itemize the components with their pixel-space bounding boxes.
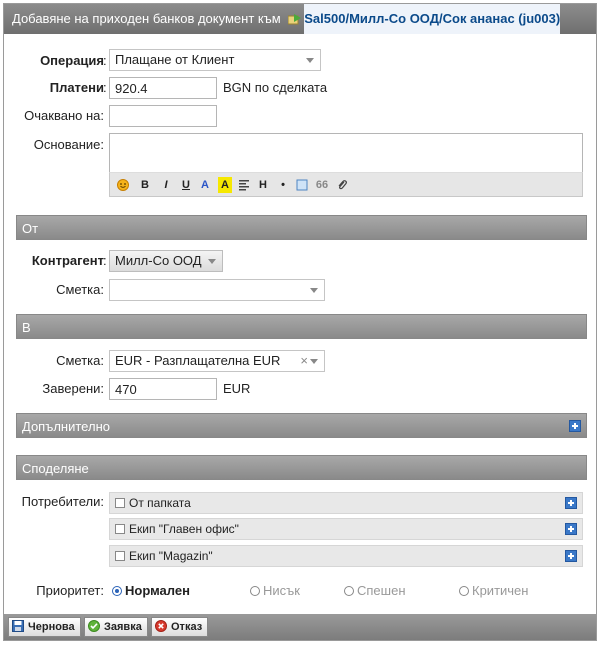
dialog-title: Добавяне на приходен банков документ към [12,11,281,26]
chevron-down-icon [306,58,314,63]
contragent-label: Контрагент [31,253,104,268]
share-group-row[interactable]: Екип "Главен офис" [109,518,583,540]
radio-icon [250,586,260,596]
to-account-select[interactable]: EUR - Разплащателна EUR × [109,350,325,372]
radio-icon [344,586,354,596]
paid-input[interactable] [109,77,217,99]
operation-label: Операция [40,53,104,68]
share-group-label: Екип "Magazin" [129,549,213,563]
dialog-title-link[interactable]: Sal500/Милл-Со ООД/Сок ананас (ju003) [304,11,560,26]
share-group-row[interactable]: Екип "Magazin" [109,545,583,567]
certified-currency-suffix: EUR [223,381,251,396]
contragent-value: Милл-Со ООД [115,253,202,268]
reason-label: Основание: [33,137,104,152]
contragent-select[interactable]: Милл-Со ООД [109,250,223,272]
certified-input[interactable] [109,378,217,400]
radio-selected-icon [112,586,122,596]
bullet-button[interactable]: • [276,177,290,193]
floppy-icon [12,620,24,632]
section-to: В [16,314,587,339]
priority-option-urgent[interactable]: Спешен [344,580,406,602]
dialog-footer: Чернова Заявка Отказ [4,614,596,640]
cancel-icon [155,620,167,632]
highlight-button[interactable]: A [218,177,232,193]
share-group-row[interactable]: От папката [109,492,583,514]
box-icon[interactable] [295,177,309,193]
share-group-checkbox[interactable] [115,498,125,508]
draft-button[interactable]: Чернова [8,617,81,637]
expand-plus-icon[interactable] [565,523,577,535]
text-color-button[interactable]: A [198,177,212,193]
underline-button[interactable]: U [179,177,193,193]
share-group-label: Екип "Главен офис" [129,522,239,536]
paperclip-icon[interactable] [335,177,349,193]
reason-textarea[interactable] [109,133,583,173]
italic-button[interactable]: I [159,177,173,193]
priority-option-normal[interactable]: Нормален [112,580,190,602]
to-account-value: EUR - Разплащателна EUR [115,353,281,368]
submit-button[interactable]: Заявка [84,617,148,637]
section-from: От [16,215,587,240]
section-extra-title: Допълнително [22,419,110,434]
dialog-frame: Добавяне на приходен банков документ към… [3,3,597,641]
bold-button[interactable]: B [138,177,152,193]
folder-arrow-icon [288,14,302,25]
radio-icon [459,586,469,596]
clear-icon[interactable]: × [300,351,308,371]
share-group-checkbox[interactable] [115,524,125,534]
smile-icon[interactable] [116,177,130,193]
rich-text-toolbar: B I U A A H • 66 [109,172,583,197]
chevron-down-icon [310,359,318,364]
priority-option-low[interactable]: Нисък [250,580,300,602]
quote-button[interactable]: 66 [315,177,329,193]
priority-option-critical[interactable]: Критичен [459,580,528,602]
dialog-title-bar: Добавяне на приходен банков документ към… [4,4,596,34]
section-to-title: В [22,320,31,335]
section-share: Споделяне [16,455,587,480]
priority-radio-group: Нормален Нисък Спешен Критичен [112,580,582,602]
certified-label: Заверени: [42,381,104,396]
chevron-down-icon [310,288,318,293]
from-account-label: Сметка: [56,282,104,297]
expand-plus-icon[interactable] [569,420,581,432]
priority-label: Приоритет: [36,583,104,598]
expected-date-input[interactable] [109,105,217,127]
paid-label: Платени [49,80,104,95]
section-from-title: От [22,221,39,236]
from-account-select[interactable] [109,279,325,301]
to-account-label: Сметка: [56,353,104,368]
section-extra[interactable]: Допълнително [16,413,587,438]
operation-select-value: Плащане от Клиент [115,52,235,67]
cancel-button[interactable]: Отказ [151,617,209,637]
share-group-label: От папката [129,496,191,510]
align-icon[interactable] [237,177,251,193]
paid-currency-suffix: BGN по сделката [223,80,328,95]
check-icon [88,620,100,632]
expected-label: Очаквано на: [24,108,104,123]
share-group-checkbox[interactable] [115,551,125,561]
expand-plus-icon[interactable] [565,550,577,562]
heading-button[interactable]: H [256,177,270,193]
section-share-title: Споделяне [22,461,89,476]
users-label: Потребители: [21,494,104,509]
operation-select[interactable]: Плащане от Клиент [109,49,321,71]
chevron-down-icon [208,259,216,264]
expand-plus-icon[interactable] [565,497,577,509]
